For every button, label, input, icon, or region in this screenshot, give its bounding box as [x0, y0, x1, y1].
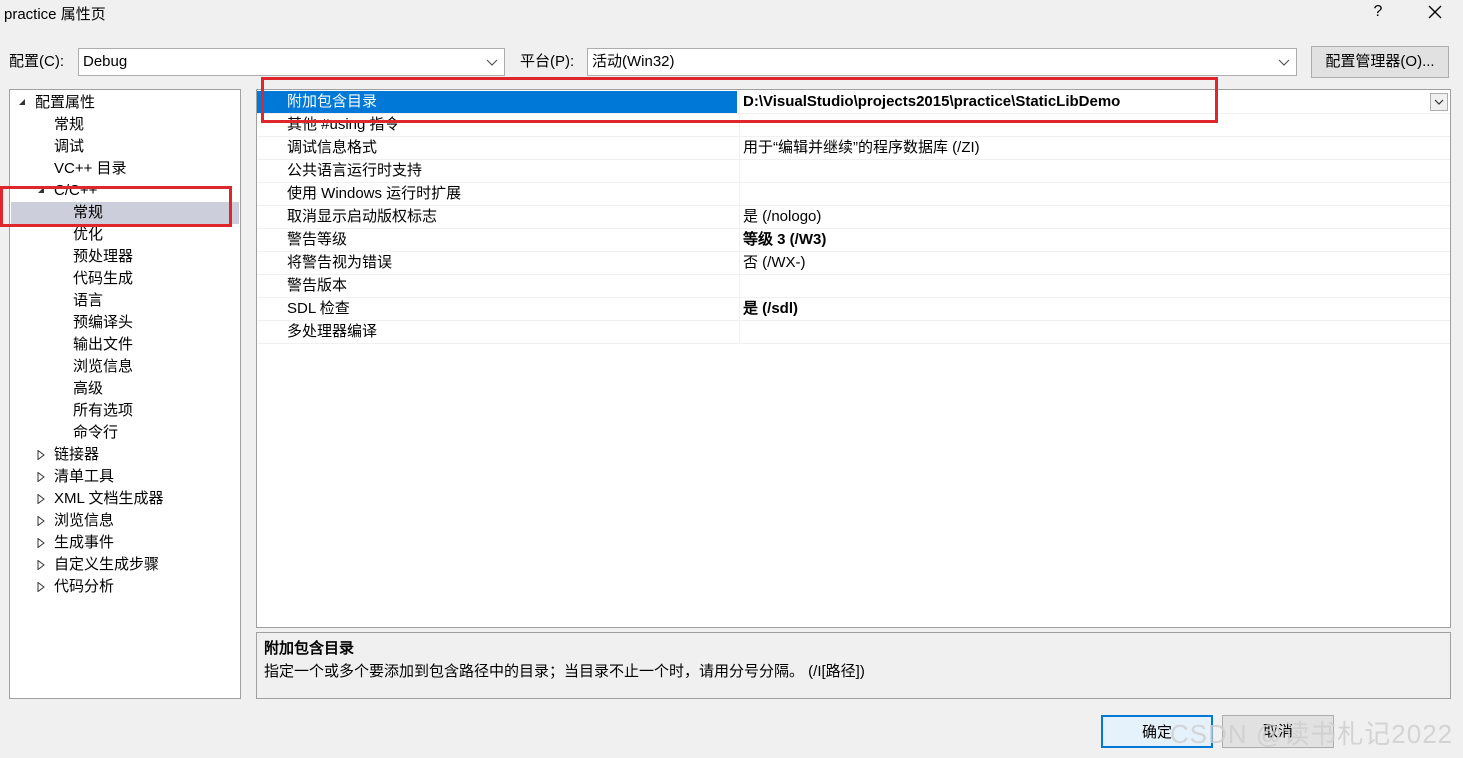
tree-item-command-line[interactable]: 命令行 — [73, 422, 118, 444]
property-value[interactable]: 用于“编辑并继续”的程序数据库 (/ZI) — [739, 137, 1450, 159]
property-name[interactable]: 使用 Windows 运行时扩展 — [257, 183, 737, 205]
platform-label: 平台(P): — [520, 53, 575, 70]
property-value[interactable]: 否 (/WX-) — [739, 252, 1450, 274]
ok-button[interactable]: 确定 — [1101, 715, 1213, 748]
property-value[interactable] — [739, 160, 1450, 182]
tree-item-language[interactable]: 语言 — [73, 290, 103, 312]
cancel-button[interactable]: 取消 — [1222, 715, 1334, 748]
property-tree: 配置属性 常规 调试 VC++ 目录 C/C++ 常规 优化 预处理器 代码生成… — [9, 89, 241, 699]
collapsed-triangle-icon[interactable] — [37, 488, 47, 510]
close-icon — [1428, 5, 1442, 19]
tree-item-general[interactable]: 常规 — [54, 114, 84, 136]
tree-item-label: 链接器 — [54, 446, 100, 463]
property-name[interactable]: 公共语言运行时支持 — [257, 160, 737, 182]
description-panel: 附加包含目录 指定一个或多个要添加到包含路径中的目录；当目录不止一个时，请用分号… — [256, 632, 1451, 699]
collapsed-triangle-icon[interactable] — [37, 466, 47, 488]
tree-item-vc-directories[interactable]: VC++ 目录 — [54, 158, 127, 180]
config-dropdown[interactable]: Debug — [78, 48, 505, 76]
property-name[interactable]: 警告版本 — [257, 275, 737, 297]
property-name[interactable]: SDL 检查 — [257, 298, 737, 320]
property-name[interactable]: 将警告视为错误 — [257, 252, 737, 274]
property-row[interactable]: 公共语言运行时支持 — [257, 160, 1450, 183]
property-value[interactable] — [739, 183, 1450, 205]
value-dropdown-button[interactable] — [1430, 93, 1448, 111]
chevron-down-icon — [486, 49, 498, 75]
tree-item-optimization[interactable]: 优化 — [73, 224, 103, 246]
property-name[interactable]: 多处理器编译 — [257, 321, 737, 343]
config-manager-button[interactable]: 配置管理器(O)... — [1311, 46, 1449, 78]
tree-item-cpp-label: C/C++ — [54, 182, 98, 199]
chevron-down-icon — [1434, 99, 1444, 105]
config-value: Debug — [83, 53, 128, 70]
tree-item-all-options[interactable]: 所有选项 — [73, 400, 133, 422]
tree-item-code-generation[interactable]: 代码生成 — [73, 268, 133, 290]
property-value[interactable] — [739, 275, 1450, 297]
property-value[interactable] — [739, 321, 1450, 343]
description-title: 附加包含目录 — [264, 640, 355, 657]
property-name[interactable]: 其他 #using 指令 — [257, 114, 737, 136]
property-row[interactable]: 警告版本 — [257, 275, 1450, 298]
property-value[interactable]: 等级 3 (/W3) — [739, 229, 1450, 251]
property-name[interactable]: 取消显示启动版权标志 — [257, 206, 737, 228]
description-text: 指定一个或多个要添加到包含路径中的目录；当目录不止一个时，请用分号分隔。 (/I… — [264, 663, 865, 680]
property-value[interactable]: 是 (/sdl) — [739, 298, 1450, 320]
property-name[interactable]: 附加包含目录 — [257, 91, 737, 113]
platform-dropdown[interactable]: 活动(Win32) — [587, 48, 1297, 76]
tree-item-advanced[interactable]: 高级 — [73, 378, 103, 400]
expanded-triangle-icon[interactable] — [37, 180, 47, 202]
platform-value: 活动(Win32) — [592, 53, 675, 70]
collapsed-triangle-icon[interactable] — [37, 510, 47, 532]
tree-item-preprocessor[interactable]: 预处理器 — [73, 246, 133, 268]
collapsed-triangle-icon[interactable] — [37, 444, 47, 466]
window-title: practice 属性页 — [4, 6, 106, 23]
collapsed-triangle-icon[interactable] — [37, 532, 47, 554]
collapsed-triangle-icon[interactable] — [37, 554, 47, 576]
tree-item-label: 自定义生成步骤 — [54, 556, 160, 573]
property-row[interactable]: 多处理器编译 — [257, 321, 1450, 344]
tree-item-cpp-general-selected[interactable]: 常规 — [11, 202, 239, 224]
config-label: 配置(C): — [9, 53, 64, 70]
property-value[interactable]: D:\VisualStudio\projects2015\practice\St… — [739, 91, 1450, 113]
property-row[interactable]: 使用 Windows 运行时扩展 — [257, 183, 1450, 206]
tree-item-label: 清单工具 — [54, 468, 115, 485]
property-row[interactable]: 取消显示启动版权标志 是 (/nologo) — [257, 206, 1450, 229]
tree-item-label: 代码分析 — [54, 578, 115, 595]
tree-root-label: 配置属性 — [35, 94, 96, 111]
tree-item-label: 常规 — [73, 204, 104, 221]
property-value[interactable]: 是 (/nologo) — [739, 206, 1450, 228]
help-button[interactable]: ? — [1368, 0, 1388, 24]
tree-item-output-files[interactable]: 输出文件 — [73, 334, 133, 356]
tree-item-browse-info[interactable]: 浏览信息 — [73, 356, 133, 378]
tree-item-debugging[interactable]: 调试 — [54, 136, 84, 158]
expanded-triangle-icon[interactable] — [18, 92, 28, 114]
property-row[interactable]: SDL 检查 是 (/sdl) — [257, 298, 1450, 321]
property-row[interactable]: 调试信息格式 用于“编辑并继续”的程序数据库 (/ZI) — [257, 137, 1450, 160]
collapsed-triangle-icon[interactable] — [37, 576, 47, 598]
property-row[interactable]: 警告等级 等级 3 (/W3) — [257, 229, 1450, 252]
chevron-down-icon — [1278, 49, 1290, 75]
property-name[interactable]: 调试信息格式 — [257, 137, 737, 159]
property-value[interactable] — [739, 114, 1450, 136]
property-row[interactable]: 其他 #using 指令 — [257, 114, 1450, 137]
tree-item-label: XML 文档生成器 — [54, 490, 164, 507]
tree-item-label: 浏览信息 — [54, 512, 115, 529]
close-button[interactable] — [1420, 0, 1450, 24]
property-name[interactable]: 警告等级 — [257, 229, 737, 251]
property-row[interactable]: 将警告视为错误 否 (/WX-) — [257, 252, 1450, 275]
property-grid: 附加包含目录 D:\VisualStudio\projects2015\prac… — [256, 89, 1451, 628]
tree-item-precompiled-headers[interactable]: 预编译头 — [73, 312, 133, 334]
tree-item-label: 生成事件 — [54, 534, 115, 551]
property-row-additional-include-dirs[interactable]: 附加包含目录 D:\VisualStudio\projects2015\prac… — [257, 91, 1450, 114]
